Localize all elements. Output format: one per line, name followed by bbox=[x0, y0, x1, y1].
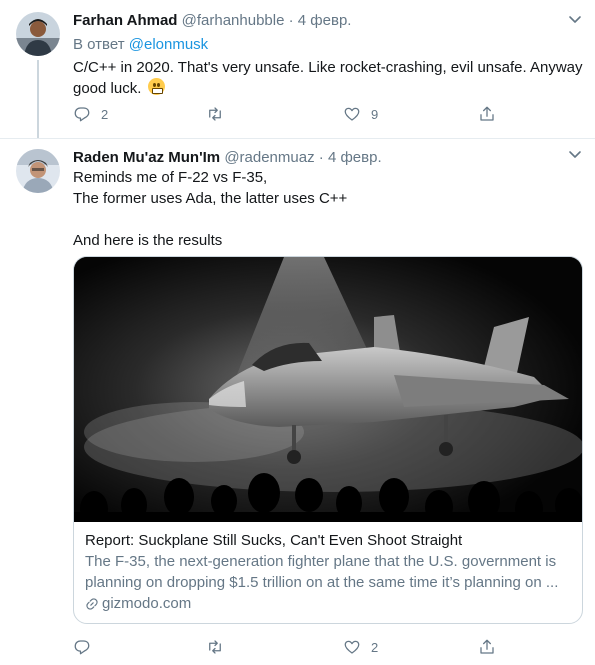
share-button[interactable] bbox=[478, 637, 496, 657]
reply-context: В ответ @elonmusk bbox=[73, 36, 208, 53]
grimacing-face-icon bbox=[147, 78, 165, 95]
handle[interactable]: @radenmuaz bbox=[224, 149, 314, 166]
tweet-text-line bbox=[73, 209, 583, 230]
tweet-header: Raden Mu'az Mun'Im @radenmuaz · 4 февр. bbox=[73, 149, 382, 166]
chevron-down-icon[interactable] bbox=[566, 145, 584, 163]
share-button[interactable] bbox=[478, 104, 496, 124]
heart-icon bbox=[344, 107, 360, 121]
timestamp[interactable]: 4 февр. bbox=[298, 12, 352, 29]
reply-icon bbox=[74, 107, 90, 122]
tweet-2: Raden Mu'az Mun'Im @radenmuaz · 4 февр. … bbox=[0, 139, 595, 665]
reply-to-link[interactable]: @elonmusk bbox=[129, 36, 208, 53]
chevron-down-icon[interactable] bbox=[566, 10, 584, 28]
retweet-button[interactable] bbox=[206, 637, 234, 657]
like-button[interactable]: 9 bbox=[343, 104, 378, 124]
card-description-line: planning on dropping $1.5 trillion on at… bbox=[85, 574, 559, 591]
tweet-1: Farhan Ahmad @farhanhubble · 4 февр. В о… bbox=[0, 0, 595, 138]
avatar[interactable] bbox=[16, 149, 60, 193]
card-description-line: The F-35, the next-generation fighter pl… bbox=[85, 553, 557, 570]
tweet-text-line: Reminds me of F-22 vs F-35, bbox=[73, 169, 268, 186]
fighter-jet-image bbox=[74, 257, 582, 522]
tweet-actions: 2 9 bbox=[73, 104, 513, 124]
like-count: 9 bbox=[371, 106, 379, 122]
retweet-button[interactable] bbox=[206, 104, 234, 124]
timestamp[interactable]: 4 февр. bbox=[328, 149, 382, 166]
display-name[interactable]: Raden Mu'az Mun'Im bbox=[73, 149, 220, 166]
card-description: The F-35, the next-generation fighter pl… bbox=[85, 551, 571, 593]
thread-line bbox=[37, 60, 39, 138]
tweet-text-line: The former uses Ada, the latter uses C++ bbox=[73, 190, 348, 207]
tweet-text: C/C++ in 2020. That's very unsafe. Like … bbox=[73, 57, 583, 99]
reply-icon bbox=[74, 640, 90, 655]
reply-prefix: В ответ bbox=[73, 36, 125, 53]
card-meta: Report: Suckplane Still Sucks, Can't Eve… bbox=[74, 522, 582, 623]
card-title: Report: Suckplane Still Sucks, Can't Eve… bbox=[85, 532, 463, 549]
separator: · bbox=[318, 149, 324, 166]
display-name[interactable]: Farhan Ahmad bbox=[73, 12, 177, 29]
tweet-text-line: And here is the results bbox=[73, 232, 223, 249]
reply-button[interactable] bbox=[73, 637, 101, 657]
card-site: gizmodo.com bbox=[85, 593, 571, 614]
retweet-icon bbox=[209, 107, 221, 121]
retweet-icon bbox=[209, 640, 221, 654]
share-icon bbox=[480, 106, 494, 121]
card-site-domain: gizmodo.com bbox=[102, 595, 192, 612]
link-card[interactable]: Report: Suckplane Still Sucks, Can't Eve… bbox=[73, 256, 583, 624]
reply-count: 2 bbox=[101, 106, 109, 122]
handle[interactable]: @farhanhubble bbox=[182, 12, 285, 29]
like-button[interactable]: 2 bbox=[343, 637, 378, 657]
tweet-actions: 2 bbox=[73, 637, 513, 657]
reply-button[interactable]: 2 bbox=[73, 104, 108, 124]
like-count: 2 bbox=[371, 639, 379, 655]
tweet-text: Reminds me of F-22 vs F-35, The former u… bbox=[73, 167, 583, 251]
avatar[interactable] bbox=[16, 12, 60, 56]
heart-icon bbox=[344, 640, 360, 654]
card-image bbox=[74, 257, 582, 522]
share-icon bbox=[480, 639, 494, 654]
link-icon bbox=[86, 597, 98, 610]
separator: · bbox=[288, 12, 294, 29]
tweet-header: Farhan Ahmad @farhanhubble · 4 февр. bbox=[73, 12, 351, 29]
